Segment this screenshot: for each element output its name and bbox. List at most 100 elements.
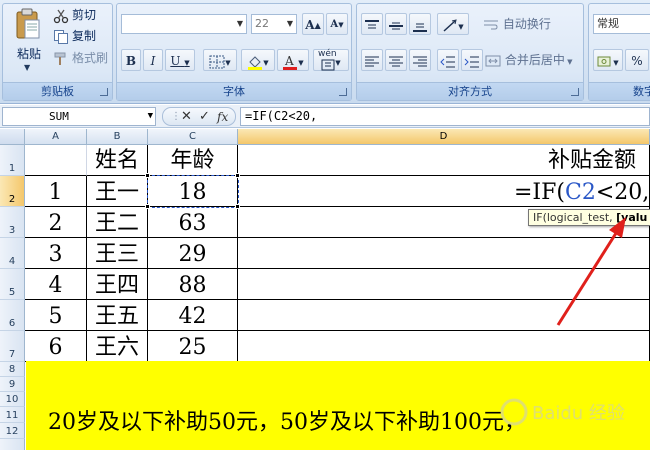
number-format-combo[interactable]: 常规 <box>593 14 650 34</box>
copy-button[interactable]: 复制 <box>53 27 96 45</box>
cell-d7[interactable] <box>238 331 650 362</box>
grow-font-button[interactable]: A▲ <box>302 13 324 35</box>
dialog-launcher-icon[interactable] <box>571 88 579 96</box>
select-all-corner[interactable] <box>0 129 25 145</box>
chevron-down-icon: ▼ <box>458 23 464 31</box>
fill-color-button[interactable]: ▼ <box>241 49 275 71</box>
align-top-button[interactable] <box>361 13 383 35</box>
italic-button[interactable]: I <box>143 49 163 71</box>
bold-button[interactable]: B <box>121 49 141 71</box>
cell-a3[interactable]: 2 <box>25 207 87 238</box>
cell-d5[interactable] <box>238 269 650 300</box>
selection-handle[interactable] <box>145 204 150 209</box>
cell-c6[interactable]: 42 <box>148 300 238 331</box>
chevron-down-icon[interactable]: ▼ <box>148 108 153 125</box>
name-box[interactable]: SUM ▼ <box>2 107 156 126</box>
increase-indent-button[interactable] <box>461 49 483 71</box>
note-text: 20岁及以下补助50元，50岁及以下补助100元， <box>48 410 526 435</box>
wrap-text-button[interactable]: 自动换行 <box>483 13 567 35</box>
column-header-c[interactable]: C <box>148 129 238 145</box>
paste-button[interactable]: 粘贴 ▼ <box>9 8 45 80</box>
chevron-down-icon[interactable]: ▼ <box>284 15 296 33</box>
cell-b7[interactable]: 王六 <box>87 331 148 362</box>
c2-reference-marquee <box>147 175 239 208</box>
row-header-8[interactable]: 8 <box>0 362 25 377</box>
cell-b1[interactable]: 姓名 <box>87 145 148 176</box>
format-painter-button[interactable]: 格式刷 <box>53 49 108 67</box>
cell-b5[interactable]: 王四 <box>87 269 148 300</box>
cell-a7[interactable]: 6 <box>25 331 87 362</box>
row-header-7[interactable]: 7 <box>0 331 25 362</box>
cell-b3[interactable]: 王二 <box>87 207 148 238</box>
grip-icon: ⋮ <box>171 111 181 122</box>
formula-input[interactable]: =IF(C2<20, <box>240 107 650 126</box>
align-left-button[interactable] <box>361 49 383 71</box>
bold-label: B <box>125 54 137 68</box>
row-header-4[interactable]: 4 <box>0 238 25 269</box>
row-header-13[interactable] <box>0 439 25 450</box>
cell-d4[interactable] <box>238 238 650 269</box>
column-header-b[interactable]: B <box>87 129 148 145</box>
cell-c7[interactable]: 25 <box>148 331 238 362</box>
cell-b6[interactable]: 王五 <box>87 300 148 331</box>
chevron-down-icon[interactable]: ▼ <box>24 63 30 72</box>
italic-label: I <box>150 54 156 68</box>
font-color-button[interactable]: A ▼ <box>277 49 309 71</box>
tooltip-current-arg: [valu <box>616 211 648 224</box>
phonetic-button[interactable]: wén ▼ <box>313 49 349 71</box>
down-arrow-icon: ▼ <box>338 20 344 29</box>
chevron-down-icon[interactable]: ▼ <box>234 15 246 33</box>
row-header-10[interactable]: 10 <box>0 392 25 407</box>
insert-function-button[interactable]: fx <box>217 108 228 126</box>
merge-center-button[interactable]: 合并后居中 ▼ <box>485 49 583 71</box>
cut-button[interactable]: 剪切 <box>53 6 96 24</box>
align-center-button[interactable] <box>385 49 407 71</box>
shrink-font-button[interactable]: A▼ <box>326 13 348 35</box>
cell-a2[interactable]: 1 <box>25 176 87 207</box>
align-right-button[interactable] <box>409 49 431 71</box>
cell-a4[interactable]: 3 <box>25 238 87 269</box>
decrease-indent-button[interactable] <box>437 49 459 71</box>
align-bottom-button[interactable] <box>409 13 431 35</box>
cell-a5[interactable]: 4 <box>25 269 87 300</box>
orientation-button[interactable]: ▼ <box>437 13 469 35</box>
cell-d6[interactable] <box>238 300 650 331</box>
row-header-5[interactable]: 5 <box>0 269 25 300</box>
font-size-combo[interactable]: 22 ▼ <box>251 14 297 34</box>
borders-button[interactable]: ▼ <box>203 49 237 71</box>
column-header-d[interactable]: D <box>238 129 650 145</box>
selection-handle[interactable] <box>145 173 150 178</box>
cell-d1[interactable]: 补贴金额 <box>238 145 650 176</box>
cell-c1[interactable]: 年龄 <box>148 145 238 176</box>
row-header-2[interactable]: 2 <box>0 176 25 207</box>
cell-c5[interactable]: 88 <box>148 269 238 300</box>
dialog-launcher-icon[interactable] <box>339 88 347 96</box>
cell-a1[interactable] <box>25 145 87 176</box>
accounting-format-button[interactable]: ▼ <box>593 49 623 71</box>
underline-label: U <box>170 54 181 68</box>
cell-d2-editor[interactable]: =IF(C2<20, <box>238 176 650 207</box>
cell-b4[interactable]: 王三 <box>87 238 148 269</box>
cell-a6[interactable]: 5 <box>25 300 87 331</box>
number-format-value: 常规 <box>597 17 619 30</box>
cell-c4[interactable]: 29 <box>148 238 238 269</box>
enter-button[interactable]: ✓ <box>199 108 210 126</box>
paint-bucket-icon <box>248 55 263 70</box>
row-header-1[interactable]: 1 <box>0 145 25 176</box>
cancel-button[interactable]: ✕ <box>181 108 192 126</box>
cell-b2[interactable]: 王一 <box>87 176 148 207</box>
dialog-launcher-icon[interactable] <box>100 88 108 96</box>
percent-button[interactable]: % <box>625 49 649 71</box>
cell-c3[interactable]: 63 <box>148 207 238 238</box>
currency-icon <box>597 56 611 66</box>
row-header-3[interactable]: 3 <box>0 207 25 238</box>
font-name-combo[interactable]: ▼ <box>121 14 247 34</box>
underline-button[interactable]: U ▼ <box>165 49 195 71</box>
column-header-a[interactable]: A <box>25 129 87 145</box>
row-header-12[interactable]: 12 <box>0 423 25 439</box>
align-middle-icon <box>389 22 403 29</box>
row-header-9[interactable]: 9 <box>0 377 25 392</box>
align-middle-button[interactable] <box>385 13 407 35</box>
row-header-6[interactable]: 6 <box>0 300 25 331</box>
row-header-11[interactable]: 11 <box>0 407 25 423</box>
